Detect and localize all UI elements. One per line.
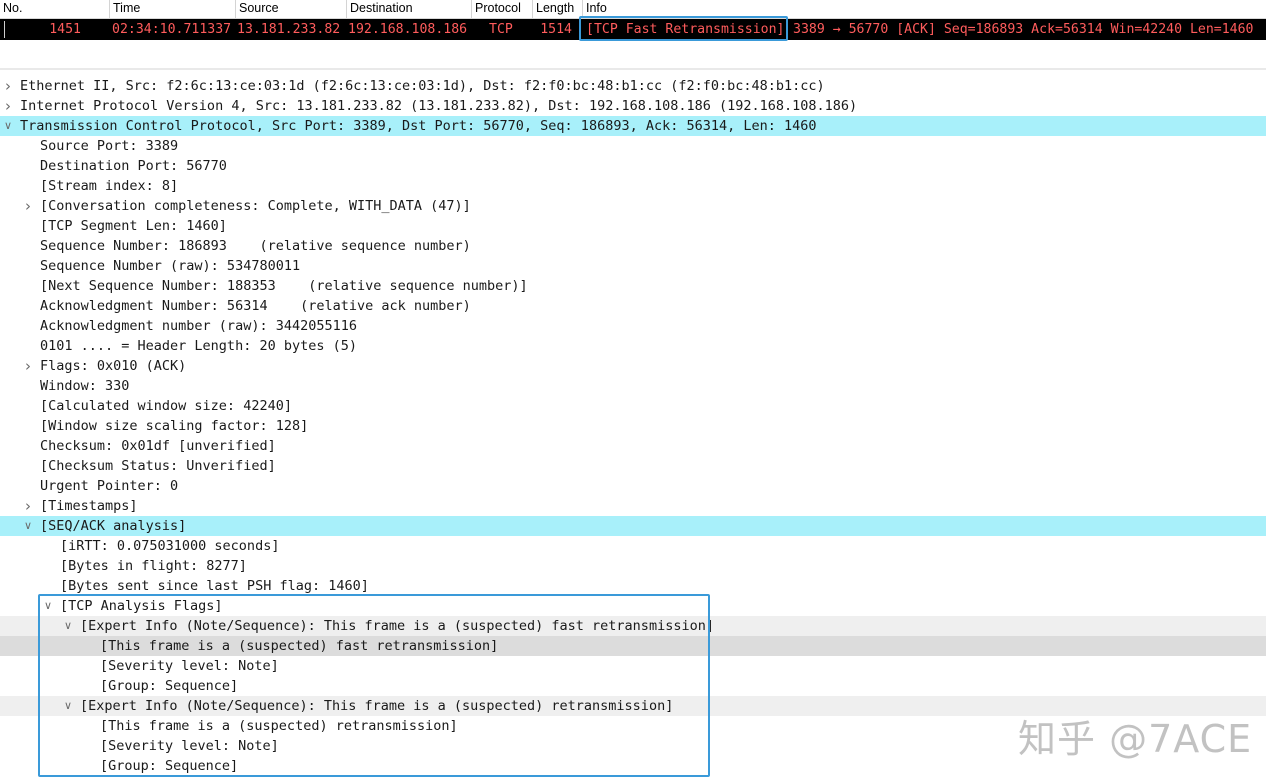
tree-item-label: [Timestamps] (40, 496, 138, 516)
column-header-destination[interactable]: Destination (346, 0, 471, 18)
tree-item-label: [Bytes sent since last PSH flag: 1460] (60, 576, 369, 596)
tree-ack-relative[interactable]: Acknowledgment Number: 56314 (relative a… (0, 296, 1266, 316)
tree-item-label: [Window size scaling factor: 128] (40, 416, 308, 436)
tree-item-label: [Calculated window size: 42240] (40, 396, 292, 416)
tree-ethernet[interactable]: › Ethernet II, Src: f2:6c:13:ce:03:1d (f2… (0, 76, 1266, 96)
tree-item-label: Internet Protocol Version 4, Src: 13.181… (20, 96, 857, 116)
tree-urgent-pointer[interactable]: Urgent Pointer: 0 (0, 476, 1266, 496)
chevron-right-icon[interactable]: › (2, 96, 14, 116)
tree-flags[interactable]: › Flags: 0x010 (ACK) (0, 356, 1266, 376)
pane-splitter[interactable] (0, 68, 1266, 70)
tree-checksum-status[interactable]: [Checksum Status: Unverified] (0, 456, 1266, 476)
tree-destination-port[interactable]: Destination Port: 56770 (0, 156, 1266, 176)
tree-item-label: [Stream index: 8] (40, 176, 178, 196)
tree-calc-window[interactable]: [Calculated window size: 42240] (0, 396, 1266, 416)
tree-item-label: Transmission Control Protocol, Src Port:… (20, 116, 817, 136)
tree-bytes-since-psh[interactable]: [Bytes sent since last PSH flag: 1460] (0, 576, 1266, 596)
column-header-protocol[interactable]: Protocol (471, 0, 532, 18)
tree-ipv4[interactable]: › Internet Protocol Version 4, Src: 13.18… (0, 96, 1266, 116)
watermark: 知乎 @7ACE (1018, 708, 1252, 763)
tree-item-label: 0101 .... = Header Length: 20 bytes (5) (40, 336, 357, 356)
tree-timestamps[interactable]: › [Timestamps] (0, 496, 1266, 516)
chevron-right-icon[interactable]: › (22, 196, 34, 216)
tree-irtt[interactable]: [iRTT: 0.075031000 seconds] (0, 536, 1266, 556)
tree-item-label: [Bytes in flight: 8277] (60, 556, 247, 576)
chevron-down-icon[interactable]: ∨ (22, 516, 34, 536)
tree-tcp[interactable]: ∨ Transmission Control Protocol, Src Port… (0, 116, 1266, 136)
chevron-down-icon[interactable]: ∨ (2, 116, 14, 136)
column-header-source[interactable]: Source (235, 0, 346, 18)
tree-item-label: [Checksum Status: Unverified] (40, 456, 276, 476)
tree-window-scale[interactable]: [Window size scaling factor: 128] (0, 416, 1266, 436)
tree-item-label: Destination Port: 56770 (40, 156, 227, 176)
tree-item-label: [Next Sequence Number: 188353 (relative … (40, 276, 528, 296)
tree-next-seq[interactable]: [Next Sequence Number: 188353 (relative … (0, 276, 1266, 296)
tree-source-port[interactable]: Source Port: 3389 (0, 136, 1266, 156)
info-annotation-box (579, 16, 788, 41)
chevron-right-icon[interactable]: › (22, 356, 34, 376)
packet-time: 02:34:10.711337 (112, 19, 231, 40)
tree-segment-len[interactable]: [TCP Segment Len: 1460] (0, 216, 1266, 236)
chevron-right-icon[interactable]: › (2, 76, 14, 96)
tree-stream-index[interactable]: [Stream index: 8] (0, 176, 1266, 196)
packet-source: 13.181.233.82 (237, 19, 340, 40)
tree-item-label: Ethernet II, Src: f2:6c:13:ce:03:1d (f2:… (20, 76, 825, 96)
tree-item-label: [TCP Segment Len: 1460] (40, 216, 227, 236)
tree-seq-ack-analysis[interactable]: ∨ [SEQ/ACK analysis] (0, 516, 1266, 536)
packet-number: 1451 (40, 19, 81, 40)
column-header-no[interactable]: No. (0, 0, 109, 18)
tree-item-label: [Conversation completeness: Complete, WI… (40, 196, 471, 216)
tree-item-label: Acknowledgment number (raw): 3442055116 (40, 316, 357, 336)
column-header-length[interactable]: Length (532, 0, 582, 18)
column-header-time[interactable]: Time (109, 0, 235, 18)
tree-item-label: [iRTT: 0.075031000 seconds] (60, 536, 279, 556)
tree-ack-raw[interactable]: Acknowledgment number (raw): 3442055116 (0, 316, 1266, 336)
tree-item-label: Acknowledgment Number: 56314 (relative a… (40, 296, 471, 316)
packet-destination: 192.168.108.186 (348, 19, 467, 40)
tree-item-label: Source Port: 3389 (40, 136, 178, 156)
packet-length: 1514 (534, 19, 572, 40)
tree-item-label: Sequence Number: 186893 (relative sequen… (40, 236, 471, 256)
tree-seq-raw[interactable]: Sequence Number (raw): 534780011 (0, 256, 1266, 276)
tree-checksum[interactable]: Checksum: 0x01df [unverified] (0, 436, 1266, 456)
row-marker (4, 21, 5, 38)
tree-seq-relative[interactable]: Sequence Number: 186893 (relative sequen… (0, 236, 1266, 256)
tree-header-length[interactable]: 0101 .... = Header Length: 20 bytes (5) (0, 336, 1266, 356)
tree-item-label: [SEQ/ACK analysis] (40, 516, 186, 536)
packet-protocol: TCP (489, 19, 513, 40)
tree-window[interactable]: Window: 330 (0, 376, 1266, 396)
chevron-right-icon[interactable]: › (22, 496, 34, 516)
tree-bytes-in-flight[interactable]: [Bytes in flight: 8277] (0, 556, 1266, 576)
tree-item-label: Sequence Number (raw): 534780011 (40, 256, 300, 276)
analysis-flags-annotation-box (38, 594, 710, 777)
tree-conversation-completeness[interactable]: › [Conversation completeness: Complete, W… (0, 196, 1266, 216)
tree-item-label: Checksum: 0x01df [unverified] (40, 436, 276, 456)
packet-info-summary: 3389 → 56770 [ACK] Seq=186893 Ack=56314 … (793, 19, 1254, 40)
tree-item-label: Urgent Pointer: 0 (40, 476, 178, 496)
tree-item-label: Flags: 0x010 (ACK) (40, 356, 186, 376)
tree-item-label: Window: 330 (40, 376, 129, 396)
